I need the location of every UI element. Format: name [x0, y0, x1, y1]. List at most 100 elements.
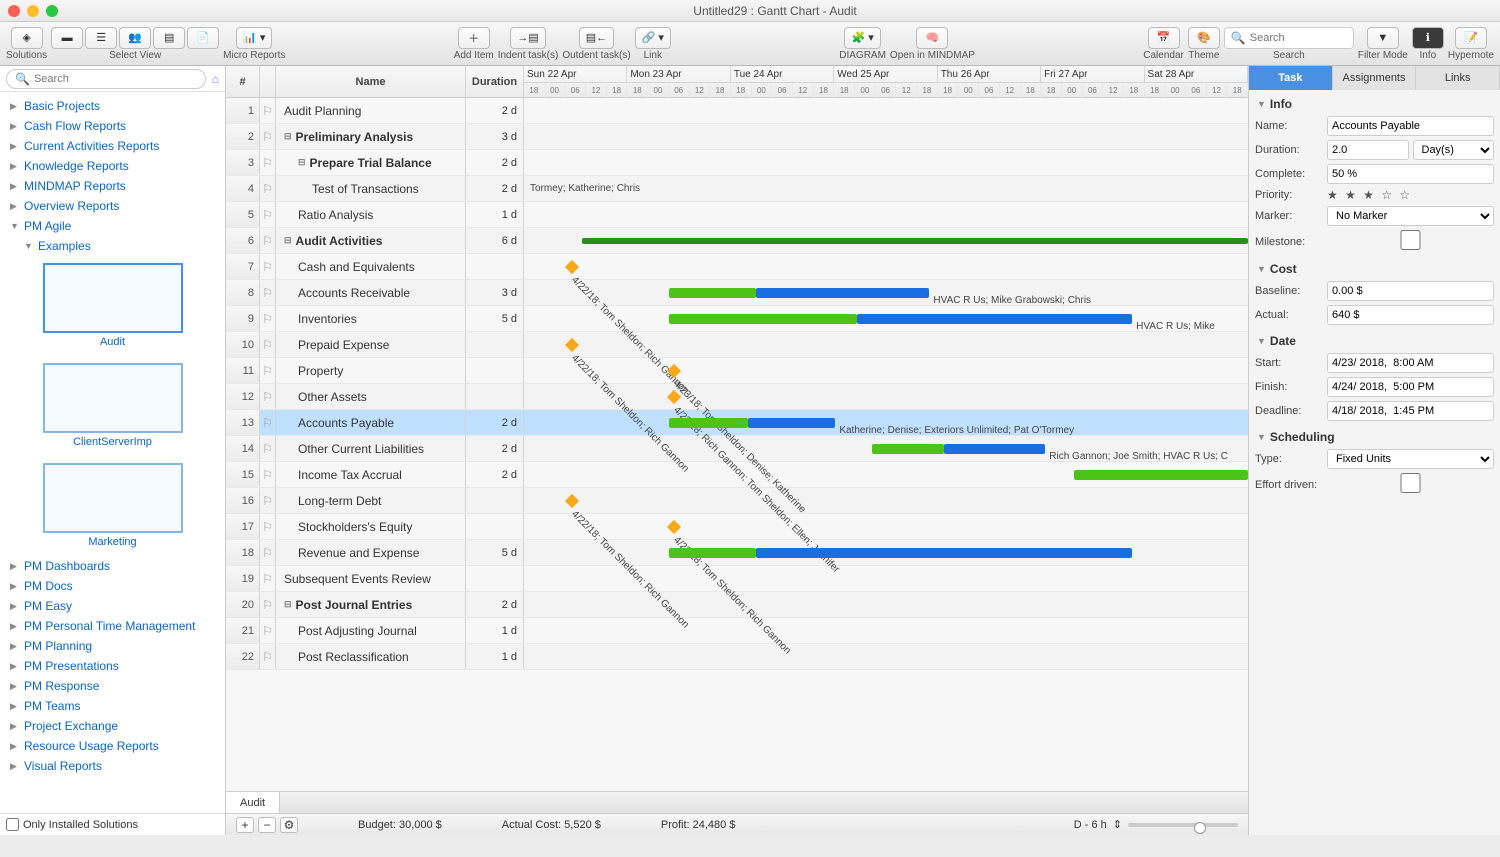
settings-button[interactable]: ⚙ [280, 817, 298, 833]
duration-input[interactable] [1327, 140, 1409, 160]
task-row[interactable]: 15⚐Income Tax Accrual2 d [226, 462, 1248, 488]
baseline-input[interactable] [1327, 281, 1494, 301]
task-row[interactable]: 2⚐⊟Preliminary Analysis3 d [226, 124, 1248, 150]
task-row[interactable]: 5⚐Ratio Analysis1 d [226, 202, 1248, 228]
sidebar-item[interactable]: ▶Overview Reports [0, 196, 225, 216]
sheet-tab-audit[interactable]: Audit [226, 792, 280, 813]
filter-button[interactable]: ▼ [1367, 27, 1399, 49]
task-row[interactable]: 6⚐⊟Audit Activities6 d [226, 228, 1248, 254]
task-name-cell[interactable]: Property [276, 358, 466, 383]
remove-row-button[interactable]: − [258, 817, 276, 833]
sidebar-search-input[interactable] [34, 73, 197, 85]
gantt-bar[interactable] [669, 418, 749, 428]
flag-icon[interactable]: ⚐ [260, 566, 276, 591]
example-thumbnail[interactable] [43, 363, 183, 433]
gantt-bar[interactable] [1074, 470, 1248, 480]
view-resources-button[interactable]: 👥 [119, 27, 151, 49]
flag-icon[interactable]: ⚐ [260, 358, 276, 383]
view-reports-button[interactable]: 📄 [187, 27, 219, 49]
task-row[interactable]: 14⚐Other Current Liabilities2 dRich Gann… [226, 436, 1248, 462]
flag-icon[interactable]: ⚐ [260, 436, 276, 461]
view-tasks-button[interactable]: ☰ [85, 27, 117, 49]
start-date-input[interactable] [1327, 353, 1494, 373]
task-row[interactable]: 9⚐Inventories5 dHVAC R Us; Mike [226, 306, 1248, 332]
flag-icon[interactable]: ⚐ [260, 488, 276, 513]
sidebar-item-pm-agile[interactable]: ▼PM Agile [0, 216, 225, 236]
sidebar-item[interactable]: ▶Resource Usage Reports [0, 736, 225, 756]
task-name-cell[interactable]: Cash and Equivalents [276, 254, 466, 279]
task-name-cell[interactable]: Prepaid Expense [276, 332, 466, 357]
milestone-icon[interactable]: 4/22/18; Tom Sheldon; Rich Gannon [565, 494, 579, 508]
gantt-bar[interactable] [669, 288, 756, 298]
flag-icon[interactable]: ⚐ [260, 410, 276, 435]
flag-icon[interactable]: ⚐ [260, 150, 276, 175]
task-row[interactable]: 20⚐⊟Post Journal Entries2 d [226, 592, 1248, 618]
task-name-cell[interactable]: Other Assets [276, 384, 466, 409]
indent-button[interactable]: →▤ [510, 27, 545, 49]
task-row[interactable]: 18⚐Revenue and Expense5 d [226, 540, 1248, 566]
gantt-bar[interactable] [669, 314, 857, 324]
finish-date-input[interactable] [1327, 377, 1494, 397]
sidebar-item[interactable]: ▶Cash Flow Reports [0, 116, 225, 136]
sidebar-item[interactable]: ▶Project Exchange [0, 716, 225, 736]
toolbar-search-input[interactable] [1250, 32, 1347, 44]
view-gantt-button[interactable]: ▬ [51, 27, 83, 49]
flag-icon[interactable]: ⚐ [260, 332, 276, 357]
task-name-cell[interactable]: Accounts Payable [276, 410, 466, 435]
task-name-cell[interactable]: Post Reclassification [276, 644, 466, 669]
task-name-cell[interactable]: Accounts Receivable [276, 280, 466, 305]
collapse-icon[interactable]: ⊟ [284, 235, 292, 246]
home-icon[interactable]: ⌂ [212, 72, 219, 86]
flag-icon[interactable]: ⚐ [260, 202, 276, 227]
task-row[interactable]: 17⚐Stockholders's Equity4/23/18; Tom She… [226, 514, 1248, 540]
flag-icon[interactable]: ⚐ [260, 254, 276, 279]
milestone-icon[interactable]: 4/23/18; Rich Gannon; Tom Sheldon; Ellen… [667, 390, 681, 404]
task-name-cell[interactable]: Inventories [276, 306, 466, 331]
effort-driven-checkbox[interactable] [1327, 473, 1494, 493]
close-window-icon[interactable] [8, 5, 20, 17]
zoom-slider[interactable] [1128, 823, 1238, 827]
diagram-button[interactable]: 🧩 ▾ [844, 27, 880, 49]
collapse-icon[interactable]: ⊟ [284, 131, 292, 142]
task-name-cell[interactable]: ⊟Prepare Trial Balance [276, 150, 466, 175]
priority-stars[interactable]: ★ ★ ★ ☆ ☆ [1327, 188, 1494, 202]
sidebar-item[interactable]: ▶PM Easy [0, 596, 225, 616]
sidebar-item[interactable]: ▶Visual Reports [0, 756, 225, 776]
actual-cost-input[interactable] [1327, 305, 1494, 325]
deadline-input[interactable] [1327, 401, 1494, 421]
task-row[interactable]: 12⚐Other Assets4/23/18; Rich Gannon; Tom… [226, 384, 1248, 410]
solutions-button[interactable]: ◈ [11, 27, 43, 49]
sidebar-item[interactable]: ▶PM Personal Time Management [0, 616, 225, 636]
flag-icon[interactable]: ⚐ [260, 462, 276, 487]
task-name-cell[interactable]: Other Current Liabilities [276, 436, 466, 461]
flag-icon[interactable]: ⚐ [260, 644, 276, 669]
sidebar-item[interactable]: ▶PM Dashboards [0, 556, 225, 576]
view-usage-button[interactable]: ▤ [153, 27, 185, 49]
add-row-button[interactable]: + [236, 817, 254, 833]
task-row[interactable]: 10⚐Prepaid Expense4/22/18; Tom Sheldon; … [226, 332, 1248, 358]
sidebar-item[interactable]: ▶PM Teams [0, 696, 225, 716]
task-name-cell[interactable]: ⊟Post Journal Entries [276, 592, 466, 617]
task-name-cell[interactable]: Subsequent Events Review [276, 566, 466, 591]
mindmap-button[interactable]: 🧠 [916, 27, 948, 49]
task-name-input[interactable] [1327, 116, 1494, 136]
task-name-cell[interactable]: Audit Planning [276, 98, 466, 123]
add-item-button[interactable]: ＋ [458, 27, 490, 49]
sidebar-item[interactable]: ▶PM Planning [0, 636, 225, 656]
link-button[interactable]: 🔗 ▾ [635, 27, 671, 49]
task-row[interactable]: 7⚐Cash and Equivalents4/22/18; Tom Sheld… [226, 254, 1248, 280]
zoom-window-icon[interactable] [46, 5, 58, 17]
summary-bar[interactable] [582, 238, 1248, 244]
flag-icon[interactable]: ⚐ [260, 98, 276, 123]
collapse-icon[interactable]: ⊟ [284, 599, 292, 610]
sidebar-item[interactable]: ▶Basic Projects [0, 96, 225, 116]
example-thumbnail[interactable] [43, 463, 183, 533]
task-name-cell[interactable]: ⊟Preliminary Analysis [276, 124, 466, 149]
task-name-cell[interactable]: Long-term Debt [276, 488, 466, 513]
complete-input[interactable] [1327, 164, 1494, 184]
micro-reports-button[interactable]: 📊 ▾ [236, 27, 272, 49]
info-button[interactable]: ℹ [1412, 27, 1444, 49]
sidebar-item[interactable]: ▶PM Docs [0, 576, 225, 596]
sidebar-item[interactable]: ▶PM Response [0, 676, 225, 696]
task-name-cell[interactable]: Stockholders's Equity [276, 514, 466, 539]
